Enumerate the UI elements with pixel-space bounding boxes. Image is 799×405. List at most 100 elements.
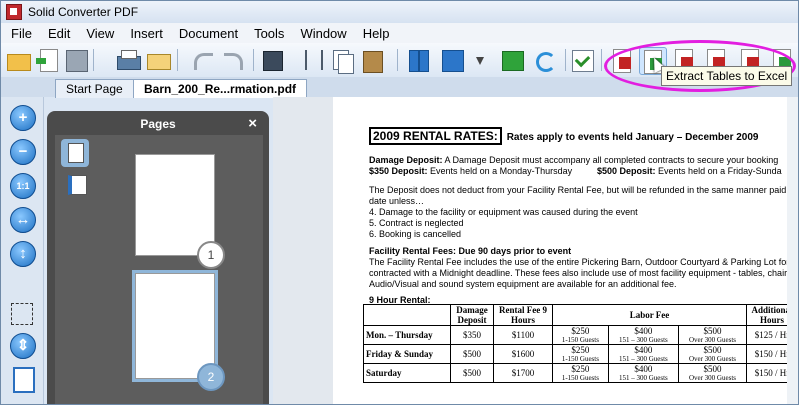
menu-insert[interactable]: Insert: [130, 26, 163, 41]
zoom-in-button[interactable]: +: [10, 105, 36, 131]
page-view-icon[interactable]: [13, 367, 35, 393]
rental-fees-line-2: contracted with a Midnight deadline. The…: [369, 268, 799, 278]
rental-table: Damage Deposit Rental Fee 9 Hours Labor …: [363, 304, 798, 383]
deposit-paragraph-1: The Deposit does not deduct from your Fa…: [369, 185, 799, 195]
menu-tools[interactable]: Tools: [254, 26, 284, 41]
menu-document[interactable]: Document: [179, 26, 238, 41]
deposit-350-label: $350 Deposit:: [369, 166, 428, 176]
table-header: [363, 304, 451, 326]
damage-deposit-label: Damage Deposit:: [369, 155, 443, 165]
pages-panel-title: Pages: [140, 117, 176, 131]
table-header: Damage Deposit: [450, 304, 494, 326]
labor-fee: $400: [634, 345, 653, 355]
menu-window[interactable]: Window: [300, 26, 346, 41]
tab-document[interactable]: Barn_200_Re...rmation.pdf: [133, 79, 308, 98]
two-page-button[interactable]: [439, 47, 465, 73]
menu-edit[interactable]: Edit: [48, 26, 70, 41]
checklist-button[interactable]: [569, 47, 595, 73]
labor-fee: $250: [571, 345, 590, 355]
table-cell: $1700: [493, 363, 553, 383]
cut-button[interactable]: [299, 47, 325, 73]
bookmarks-button[interactable]: [61, 171, 89, 199]
redo-button[interactable]: [219, 47, 245, 73]
table-cell: Mon. – Thursday: [363, 325, 451, 345]
page-number-1: 1: [197, 241, 225, 269]
rental-fees-label: Facility Rental Fees:: [369, 246, 457, 256]
fit-height-icon: ↕: [19, 245, 27, 262]
single-page-button[interactable]: [405, 47, 431, 73]
menu-help[interactable]: Help: [363, 26, 390, 41]
window-title: Solid Converter PDF: [28, 5, 139, 19]
extract-tables-tooltip: Extract Tables to Excel: [661, 66, 793, 86]
fit-width-button[interactable]: ↔: [10, 207, 36, 233]
menu-file[interactable]: File: [11, 26, 32, 41]
toolbar-more-button[interactable]: [473, 47, 487, 73]
scissors-icon: [305, 50, 323, 70]
guest-range: Over 300 Guests: [688, 336, 736, 344]
labor-fee: $400: [634, 326, 653, 336]
zoom-out-button[interactable]: −: [10, 139, 36, 165]
email-icon: [147, 54, 171, 70]
table-cell: $500: [450, 344, 494, 364]
table-cell: $500 Over 300 Guests: [677, 363, 748, 383]
rental-fees-due: Due 90 days prior to event: [458, 246, 572, 256]
guest-range: 151 – 300 Guests: [618, 374, 668, 382]
condition-5: 5. Contract is neglected: [369, 218, 464, 228]
deposit-500-label: $500 Deposit:: [597, 166, 656, 176]
guest-range: 1-150 Guests: [561, 336, 599, 344]
labor-fee: $250: [571, 326, 590, 336]
convert-button[interactable]: [35, 47, 61, 73]
labor-fee: $500: [703, 326, 722, 336]
zoom-out-icon: −: [18, 143, 28, 160]
actual-size-icon: 1:1: [16, 181, 30, 191]
undo-button[interactable]: [189, 47, 215, 73]
zoom-select-icon[interactable]: [11, 303, 33, 325]
fit-width-icon: ↔: [15, 211, 31, 228]
thumbnails-button[interactable]: [61, 139, 89, 167]
labor-fee: $250: [571, 364, 590, 374]
table-cell: $250 1-150 Guests: [552, 325, 609, 345]
select-tool-button[interactable]: [259, 47, 285, 73]
save-button[interactable]: [63, 47, 89, 73]
refresh-icon: [536, 52, 556, 72]
rental-rates-title: 2009 RENTAL RATES:: [369, 127, 502, 145]
single-page-icon: [409, 50, 419, 72]
bookmark-icon: [68, 175, 87, 195]
table-header: Rental Fee 9 Hours: [493, 304, 553, 326]
zoom-in-icon: +: [18, 109, 28, 126]
copy-button[interactable]: [329, 47, 355, 74]
guest-range: 151 – 300 Guests: [618, 336, 668, 344]
refresh-button[interactable]: [531, 47, 557, 73]
page-thumbnail-2[interactable]: [132, 270, 218, 382]
paste-button[interactable]: [359, 47, 385, 73]
export-icon: [502, 51, 524, 71]
export-button[interactable]: [499, 47, 525, 73]
table-cell: $250 1-150 Guests: [552, 363, 609, 383]
table-row: Saturday $500 $1700 $250 1-150 Guests $40…: [363, 363, 798, 383]
guest-range: Over 300 Guests: [688, 374, 736, 382]
open-folder-button[interactable]: [5, 47, 31, 73]
table-cell: $500 Over 300 Guests: [677, 344, 748, 364]
thumbnails-icon: [68, 143, 84, 163]
tab-start-page[interactable]: Start Page: [55, 79, 134, 98]
damage-deposit-text: A Damage Deposit must accompany all comp…: [444, 155, 779, 165]
redo-icon: [224, 53, 243, 70]
fit-height-button[interactable]: ↕: [10, 241, 36, 267]
actual-size-button[interactable]: 1:1: [10, 173, 36, 199]
table-cell: $1100: [493, 325, 553, 345]
email-button[interactable]: [145, 47, 171, 73]
table-row: Mon. – Thursday $350 $1100 $250 1-150 Gue…: [363, 325, 798, 345]
menu-view[interactable]: View: [86, 26, 114, 41]
vertical-scrollbar[interactable]: [787, 97, 798, 404]
print-button[interactable]: [115, 47, 141, 73]
two-page-icon: [442, 50, 464, 72]
select-tool-icon: [263, 51, 283, 71]
scroll-mode-button[interactable]: ⇕: [10, 333, 36, 359]
save-icon: [66, 50, 88, 72]
page-thumbnail-1[interactable]: [135, 154, 215, 256]
guest-range: 1-150 Guests: [561, 355, 599, 363]
close-icon[interactable]: ×: [248, 115, 257, 132]
view-controls: + − 1:1 ↔ ↕ ⇕: [1, 97, 44, 404]
table-cell: $500 Over 300 Guests: [677, 325, 748, 345]
folder-icon: [7, 54, 31, 71]
